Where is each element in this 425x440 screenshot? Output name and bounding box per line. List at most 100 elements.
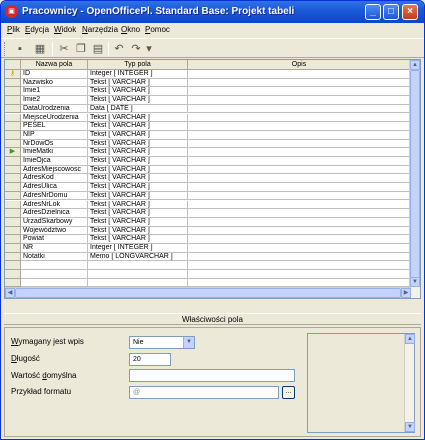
field-description-cell[interactable]	[188, 113, 411, 123]
field-type-cell[interactable]: Tekst [ VARCHAR ]	[88, 78, 188, 88]
field-type-cell[interactable]: Tekst [ VARCHAR ]	[88, 122, 188, 131]
grid-vertical-scrollbar[interactable]: ▲ ▼	[409, 60, 420, 298]
scroll-down-icon[interactable]: ▼	[405, 422, 415, 432]
field-type-cell[interactable]: Tekst [ VARCHAR ]	[88, 130, 188, 140]
toolbar-grip[interactable]	[4, 42, 7, 56]
field-name-cell[interactable]: NR	[21, 244, 88, 253]
row-selector[interactable]	[5, 157, 21, 166]
field-description-cell[interactable]	[188, 270, 411, 279]
row-selector[interactable]	[5, 130, 21, 140]
scroll-right-icon[interactable]: ▶	[401, 288, 411, 298]
grid-horizontal-scrollbar[interactable]: ◀ ▶	[5, 287, 411, 298]
table-row[interactable]: Nazwisko Tekst [ VARCHAR ]	[5, 78, 420, 88]
field-name-cell[interactable]: AdresNrDomu	[21, 191, 88, 201]
row-selector[interactable]	[5, 87, 21, 97]
row-selector[interactable]	[5, 139, 21, 149]
field-name-cell[interactable]: NIP	[21, 130, 88, 140]
field-name-cell[interactable]: DataUrodzenia	[21, 104, 88, 114]
field-description-cell[interactable]	[188, 183, 411, 192]
menu-widok[interactable]: Widok	[54, 25, 76, 34]
table-row[interactable]: AdresKod Tekst [ VARCHAR ]	[5, 174, 420, 184]
row-selector[interactable]	[5, 78, 21, 88]
table-row[interactable]: MiejsceUrodzenia Tekst [ VARCHAR ]	[5, 113, 420, 123]
length-field[interactable]: 20	[129, 353, 171, 366]
column-header-type[interactable]: Typ pola	[88, 60, 188, 70]
field-type-cell[interactable]: Tekst [ VARCHAR ]	[88, 87, 188, 97]
scroll-thumb[interactable]	[410, 70, 420, 280]
scroll-up-icon[interactable]: ▲	[410, 60, 420, 70]
field-type-cell[interactable]: Tekst [ VARCHAR ]	[88, 235, 188, 244]
menu-pomoc[interactable]: Pomoc	[145, 25, 170, 34]
row-selector[interactable]	[5, 183, 21, 192]
row-selector[interactable]	[5, 104, 21, 114]
close-button[interactable]: ×	[402, 4, 418, 20]
redo-icon[interactable]: ↷	[129, 42, 143, 56]
field-type-cell[interactable]: Integer [ INTEGER ]	[88, 70, 188, 79]
save-icon[interactable]: ▪	[13, 42, 27, 56]
scroll-up-icon[interactable]: ▲	[405, 334, 415, 344]
table-row[interactable]: Imie2 Tekst [ VARCHAR ]	[5, 96, 420, 105]
minimize-button[interactable]: _	[365, 4, 381, 20]
primary-key-icon[interactable]: ⚷	[5, 70, 21, 79]
openoffice-base-icon[interactable]: ▣	[5, 5, 18, 18]
field-description-cell[interactable]	[188, 244, 411, 253]
field-type-cell[interactable]	[88, 261, 188, 271]
field-type-cell[interactable]: Tekst [ VARCHAR ]	[88, 113, 188, 123]
field-description-cell[interactable]	[188, 157, 411, 166]
maximize-button[interactable]: □	[383, 4, 399, 20]
field-type-cell[interactable]: Memo [ LONGVARCHAR ]	[88, 252, 188, 262]
copy-icon[interactable]: ❐	[74, 42, 88, 56]
field-type-cell[interactable]	[88, 270, 188, 279]
row-selector[interactable]	[5, 270, 21, 279]
field-type-cell[interactable]: Tekst [ VARCHAR ]	[88, 165, 188, 175]
table-row[interactable]: NR Integer [ INTEGER ]	[5, 244, 420, 253]
field-description-cell[interactable]	[188, 252, 411, 262]
table-row[interactable]: Notatki Memo [ LONGVARCHAR ]	[5, 252, 420, 262]
field-name-cell[interactable]: AdresUlica	[21, 183, 88, 192]
table-row[interactable]: PESEL Tekst [ VARCHAR ]	[5, 122, 420, 131]
row-selector[interactable]	[5, 174, 21, 184]
field-type-cell[interactable]: Tekst [ VARCHAR ]	[88, 226, 188, 236]
field-name-cell[interactable]: Imie1	[21, 87, 88, 97]
field-type-cell[interactable]: Integer [ INTEGER ]	[88, 244, 188, 253]
field-name-cell[interactable]: ID	[21, 70, 88, 79]
row-selector[interactable]	[5, 96, 21, 105]
help-scrollbar[interactable]: ▲ ▼	[404, 334, 415, 432]
field-description-cell[interactable]	[188, 78, 411, 88]
field-description-cell[interactable]	[188, 130, 411, 140]
row-selector[interactable]	[5, 191, 21, 201]
field-type-cell[interactable]: Tekst [ VARCHAR ]	[88, 183, 188, 192]
field-description-cell[interactable]	[188, 209, 411, 218]
field-name-cell[interactable]: AdresDzielnica	[21, 209, 88, 218]
field-type-cell[interactable]: Tekst [ VARCHAR ]	[88, 200, 188, 210]
field-description-cell[interactable]	[188, 70, 411, 79]
table-row[interactable]: AdresNrLok Tekst [ VARCHAR ]	[5, 200, 420, 210]
field-name-cell[interactable]: Nazwisko	[21, 78, 88, 88]
column-header-name[interactable]: Nazwa pola	[21, 60, 88, 70]
format-button[interactable]: ...	[282, 386, 295, 399]
row-selector[interactable]	[5, 200, 21, 210]
row-selector[interactable]	[5, 226, 21, 236]
scroll-down-icon[interactable]: ▼	[410, 277, 420, 287]
table-row[interactable]: AdresMiejscowosc Tekst [ VARCHAR ]	[5, 165, 420, 175]
menu-edycja[interactable]: Edycja	[25, 25, 49, 34]
field-description-cell[interactable]	[188, 148, 411, 157]
field-name-cell[interactable]: Województwo	[21, 226, 88, 236]
row-selector[interactable]	[5, 217, 21, 227]
paste-icon[interactable]: ▤	[91, 42, 105, 56]
field-description-cell[interactable]	[188, 235, 411, 244]
horizontal-scroll-thumb[interactable]	[15, 288, 401, 298]
table-row[interactable]: NIP Tekst [ VARCHAR ]	[5, 130, 420, 140]
row-selector[interactable]	[5, 235, 21, 244]
field-description-cell[interactable]	[188, 104, 411, 114]
field-description-cell[interactable]	[188, 217, 411, 227]
field-type-cell[interactable]: Tekst [ VARCHAR ]	[88, 148, 188, 157]
field-description-cell[interactable]	[188, 122, 411, 131]
field-description-cell[interactable]	[188, 139, 411, 149]
row-selector[interactable]	[5, 165, 21, 175]
table-row[interactable]	[5, 270, 420, 279]
table-row[interactable]: DataUrodzenia Data [ DATE ]	[5, 104, 420, 114]
menu-okno[interactable]: Okno	[121, 25, 140, 34]
menu-plik[interactable]: Plik	[7, 25, 20, 34]
row-selector[interactable]	[5, 122, 21, 131]
